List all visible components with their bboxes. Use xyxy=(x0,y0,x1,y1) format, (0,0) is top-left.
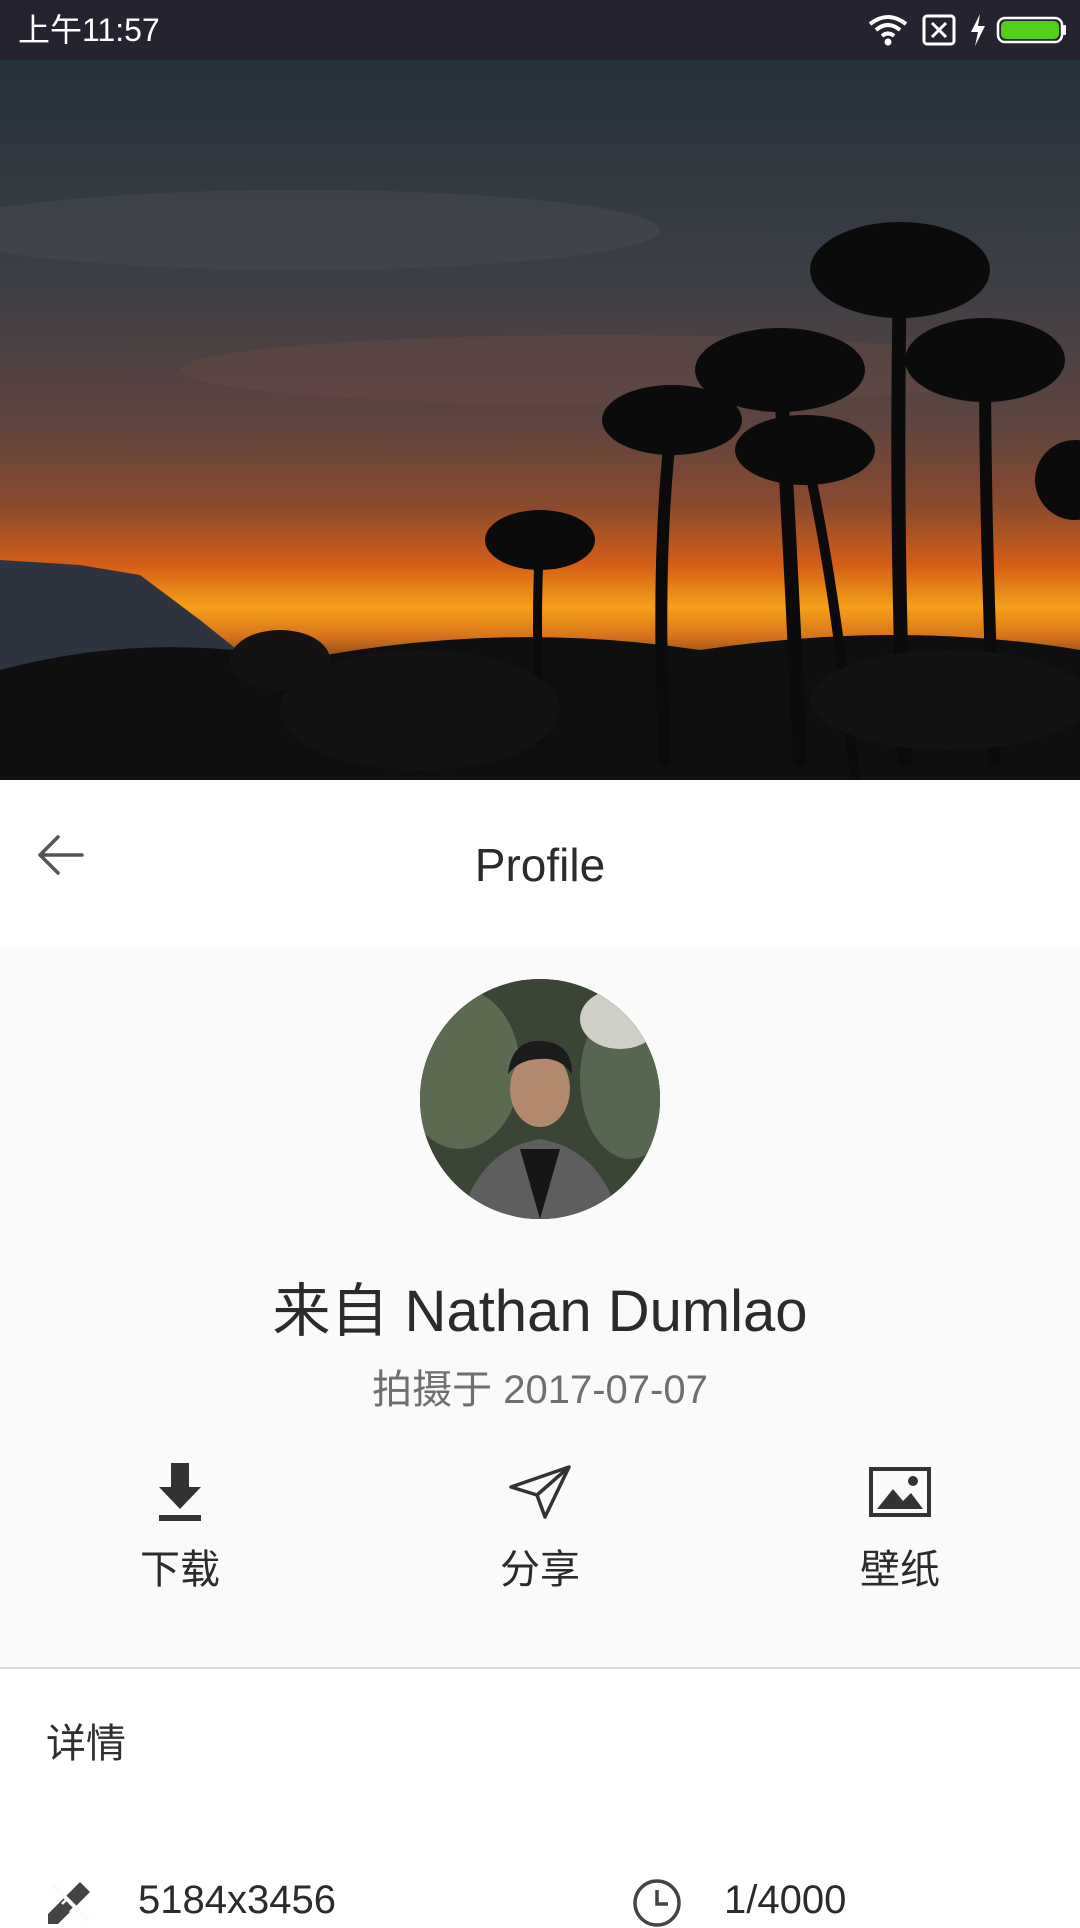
image-icon xyxy=(869,1467,931,1517)
page-title: Profile xyxy=(474,839,606,891)
hero-photo xyxy=(0,60,1080,780)
toolbar: Profile xyxy=(0,780,1080,947)
status-icons xyxy=(868,12,1068,48)
battery-icon xyxy=(996,16,1066,44)
palm-trees-sunset-photo xyxy=(0,60,1080,780)
download-label: 下载 xyxy=(140,1547,220,1593)
author-avatar-photo xyxy=(420,979,660,1219)
charging-bolt-icon xyxy=(971,14,985,46)
paper-plane-icon xyxy=(509,1465,571,1519)
no-sim-icon xyxy=(922,14,956,46)
avatar[interactable] xyxy=(420,979,660,1219)
download-button[interactable]: 下载 xyxy=(60,1447,300,1597)
share-label: 分享 xyxy=(500,1547,580,1593)
details-title: 详情 xyxy=(46,1721,126,1767)
download-icon xyxy=(159,1463,201,1521)
share-button[interactable]: 分享 xyxy=(420,1447,660,1597)
wallpaper-label: 壁纸 xyxy=(860,1547,940,1593)
status-time: 上午11:57 xyxy=(18,12,160,48)
profile-panel: 来自 Nathan Dumlao 拍摄于 2017-07-07 下载 分享 壁纸 xyxy=(0,947,1080,1667)
divider xyxy=(0,1667,1080,1669)
author-name: 来自 Nathan Dumlao xyxy=(272,1279,808,1344)
action-bar: 下载 分享 壁纸 xyxy=(0,1447,1080,1597)
shot-date: 拍摄于 2017-07-07 xyxy=(372,1368,708,1412)
wifi-icon xyxy=(868,15,908,46)
wallpaper-button[interactable]: 壁纸 xyxy=(780,1447,1020,1597)
status-bar: 上午11:57 xyxy=(0,0,1080,60)
